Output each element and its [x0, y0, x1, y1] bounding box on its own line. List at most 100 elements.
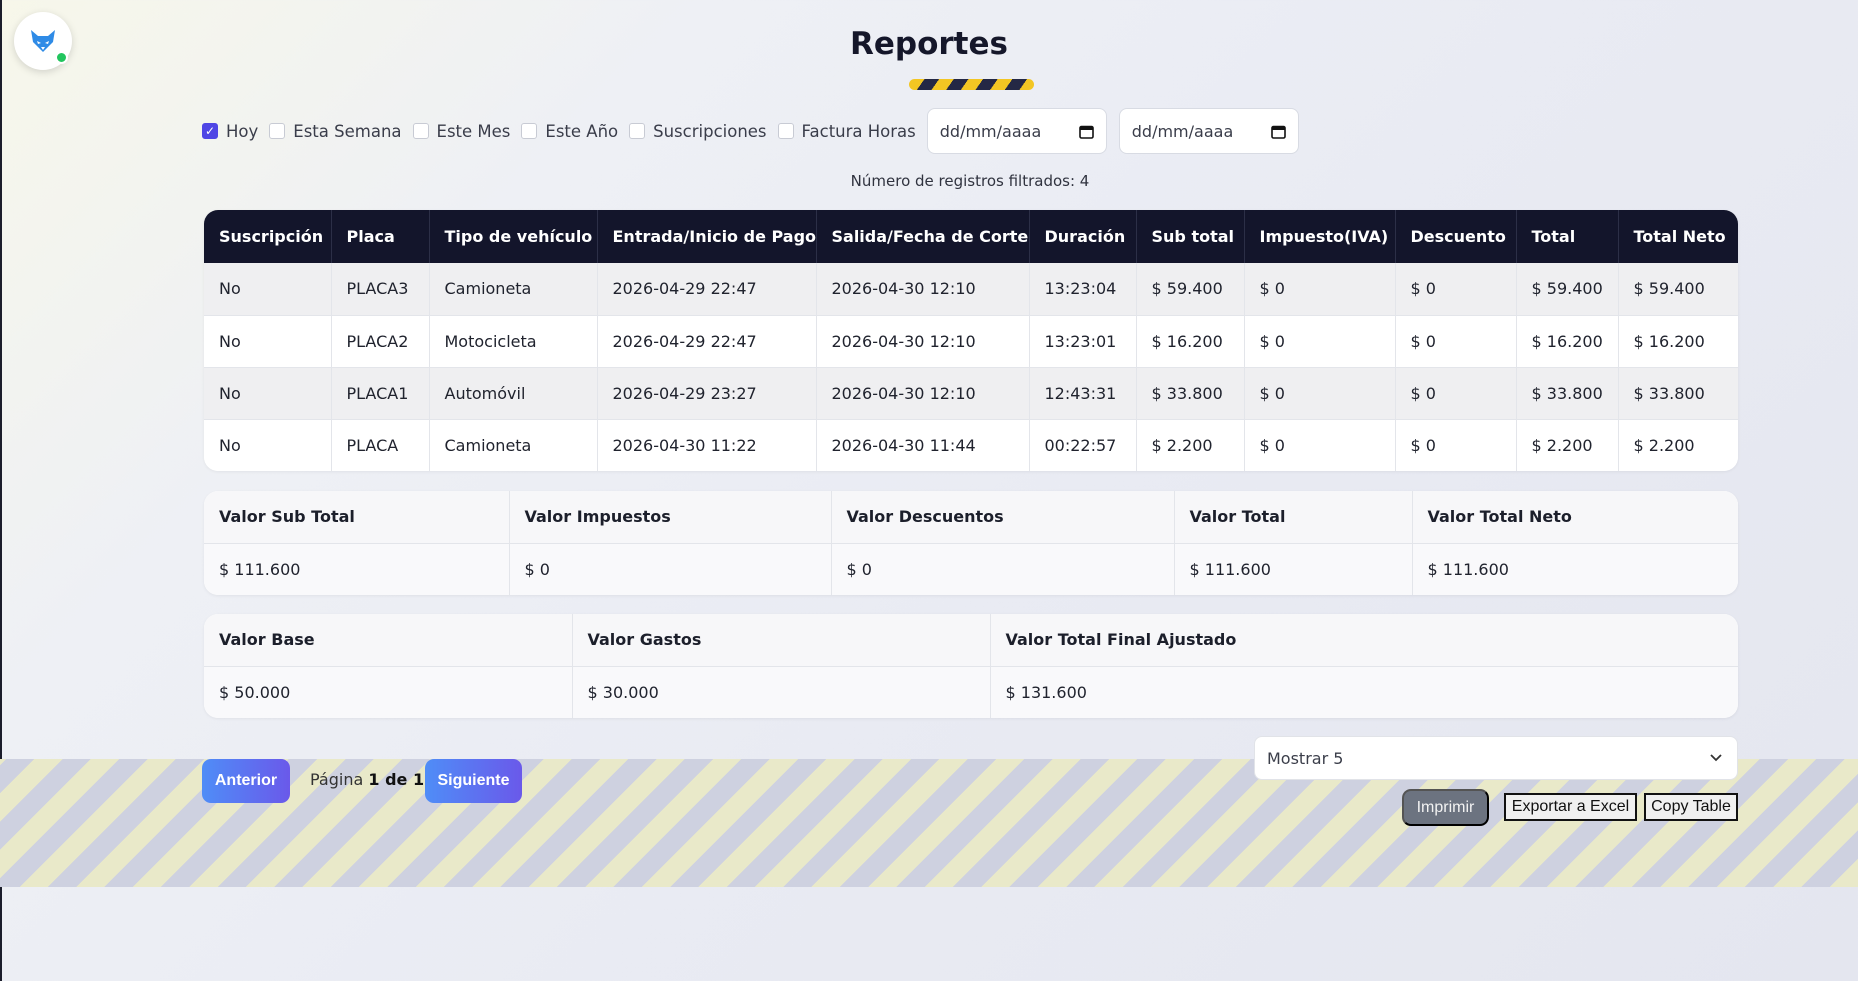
column-header: Impuesto(IVA) — [1243, 210, 1395, 263]
adjusted-totals-table: Valor Base Valor Gastos Valor Total Final … — [204, 614, 1738, 718]
checkbox-suscripciones[interactable] — [629, 123, 646, 139]
table-cell: PLACA — [330, 418, 429, 471]
column-header: Descuento — [1394, 210, 1516, 263]
date-to-placeholder: dd/mm/aaaa — [1131, 121, 1234, 141]
filter-factura-horas[interactable]: Factura Horas — [777, 121, 916, 141]
table-cell: $ 33.800 — [1515, 366, 1618, 419]
totals-table: Valor Sub Total Valor Impuestos Valor Desc… — [204, 491, 1738, 595]
previous-page-button[interactable]: Anterior — [202, 759, 290, 803]
table-cell: $ 59.400 — [1135, 263, 1244, 315]
table-cell: $ 0 — [1243, 263, 1395, 315]
table-cell: $ 0 — [1394, 366, 1516, 419]
column-header: Total Neto — [1617, 210, 1738, 263]
totals-value: $ 111.600 — [204, 543, 509, 595]
totals-column-header: Valor Sub Total — [204, 491, 509, 544]
table-row: No PLACA Camioneta 2026-04-30 11:22 2026-04-… — [204, 418, 1738, 471]
checkbox-este-ano[interactable] — [521, 123, 538, 139]
totals-value: $ 111.600 — [1411, 543, 1738, 595]
column-header: Total — [1515, 210, 1618, 263]
filter-esta-semana[interactable]: Esta Semana — [269, 122, 402, 141]
totals-column-header: Valor Total Neto — [1411, 491, 1738, 544]
table-cell: $ 2.200 — [1515, 418, 1618, 471]
table-cell: 2026-04-30 11:22 — [596, 418, 816, 471]
filter-bar: Hoy Esta Semana Este Mes Este Año Suscri… — [202, 108, 1311, 154]
print-button[interactable]: Imprimir — [1402, 789, 1489, 826]
table-cell: $ 16.200 — [1617, 314, 1738, 367]
table-cell: PLACA3 — [330, 263, 429, 315]
filter-suscripciones[interactable]: Suscripciones — [629, 121, 767, 141]
next-page-button[interactable]: Siguiente — [425, 759, 522, 803]
checkbox-factura-horas[interactable] — [777, 123, 794, 139]
adjusted-column-header: Valor Gastos — [571, 614, 990, 667]
totals-column-header: Valor Impuestos — [508, 491, 831, 544]
copy-table-button[interactable]: Copy Table — [1644, 793, 1738, 821]
table-cell: 2026-04-29 23:27 — [596, 366, 816, 419]
totals-values-row: $ 111.600 $ 0 $ 0 $ 111.600 $ 111.600 — [204, 543, 1738, 595]
table-cell: No — [204, 418, 331, 471]
table-cell: 2026-04-30 12:10 — [815, 314, 1029, 367]
totals-value: $ 0 — [508, 543, 831, 595]
filter-label: Suscripciones — [653, 121, 767, 141]
filter-label: Factura Horas — [801, 121, 916, 141]
table-cell: $ 0 — [1243, 314, 1395, 367]
table-cell: Camioneta — [428, 263, 597, 315]
column-header: Suscripción — [204, 210, 331, 263]
filter-label: Este Año — [545, 121, 619, 141]
calendar-icon[interactable] — [1078, 124, 1094, 139]
table-cell: 2026-04-30 12:10 — [815, 263, 1029, 315]
date-from-input[interactable]: dd/mm/aaaa — [926, 108, 1107, 154]
adjusted-value: $ 50.000 — [204, 666, 572, 718]
table-cell: Automóvil — [428, 366, 597, 419]
page-size-select[interactable]: Mostrar 5 — [1254, 736, 1738, 780]
table-cell: $ 33.800 — [1135, 366, 1244, 419]
record-count: Número de registros filtrados: 4 — [850, 172, 1090, 190]
adjusted-value: $ 131.600 — [989, 666, 1738, 718]
table-row: No PLACA2 Motocicleta 2026-04-29 22:47 2026-… — [204, 314, 1738, 367]
report-table: Suscripción Placa Tipo de vehículo Entrada/… — [204, 210, 1738, 471]
table-cell: $ 0 — [1243, 366, 1395, 419]
table-cell: $ 2.200 — [1617, 418, 1738, 471]
chevron-down-icon — [1710, 754, 1722, 762]
totals-header-row: Valor Sub Total Valor Impuestos Valor Desc… — [204, 491, 1738, 544]
checkbox-este-mes[interactable] — [412, 123, 429, 139]
column-header: Entrada/Inicio de Pago — [596, 210, 816, 263]
table-cell: 2026-04-30 11:44 — [815, 418, 1029, 471]
page-title: Reportes — [850, 26, 1008, 62]
table-cell: PLACA1 — [330, 366, 429, 419]
table-header-row: Suscripción Placa Tipo de vehículo Entrada/… — [204, 210, 1738, 263]
page-value: 1 de 1 — [368, 770, 425, 789]
table-cell: $ 2.200 — [1135, 418, 1244, 471]
page-indicator: Página 1 de 1 — [310, 770, 424, 789]
totals-value: $ 0 — [830, 543, 1174, 595]
table-cell: No — [204, 366, 331, 419]
title-underline-stripe — [909, 79, 1034, 90]
filter-hoy[interactable]: Hoy — [202, 122, 258, 141]
checkbox-esta-semana[interactable] — [269, 123, 286, 139]
column-header: Salida/Fecha de Corte — [815, 210, 1029, 263]
table-cell: No — [204, 263, 331, 315]
table-cell: 2026-04-30 12:10 — [815, 366, 1029, 419]
table-cell: Camioneta — [428, 418, 597, 471]
table-cell: 2026-04-29 22:47 — [596, 314, 816, 367]
checkbox-hoy[interactable] — [202, 123, 218, 139]
table-cell: $ 0 — [1394, 263, 1516, 315]
table-cell: $ 16.200 — [1515, 314, 1618, 367]
table-cell: $ 0 — [1394, 418, 1516, 471]
filter-este-mes[interactable]: Este Mes — [412, 121, 511, 141]
date-to-input[interactable]: dd/mm/aaaa — [1118, 108, 1299, 154]
table-row: No PLACA3 Camioneta 2026-04-29 22:47 2026-04… — [204, 263, 1738, 315]
table-cell: $ 16.200 — [1135, 314, 1244, 367]
totals-column-header: Valor Total — [1173, 491, 1412, 544]
adjusted-values-row: $ 50.000 $ 30.000 $ 131.600 — [204, 666, 1738, 718]
calendar-icon[interactable] — [1270, 124, 1286, 139]
adjusted-header-row: Valor Base Valor Gastos Valor Total Final … — [204, 614, 1738, 667]
column-header: Duración — [1028, 210, 1136, 263]
table-cell: 13:23:04 — [1028, 263, 1136, 315]
export-excel-button[interactable]: Exportar a Excel — [1504, 793, 1637, 821]
table-cell: 13:23:01 — [1028, 314, 1136, 367]
table-cell: $ 33.800 — [1617, 366, 1738, 419]
page-size-value: Mostrar 5 — [1267, 748, 1344, 768]
filter-label: Este Mes — [436, 121, 511, 141]
adjusted-column-header: Valor Base — [204, 614, 572, 667]
filter-este-ano[interactable]: Este Año — [521, 122, 618, 141]
